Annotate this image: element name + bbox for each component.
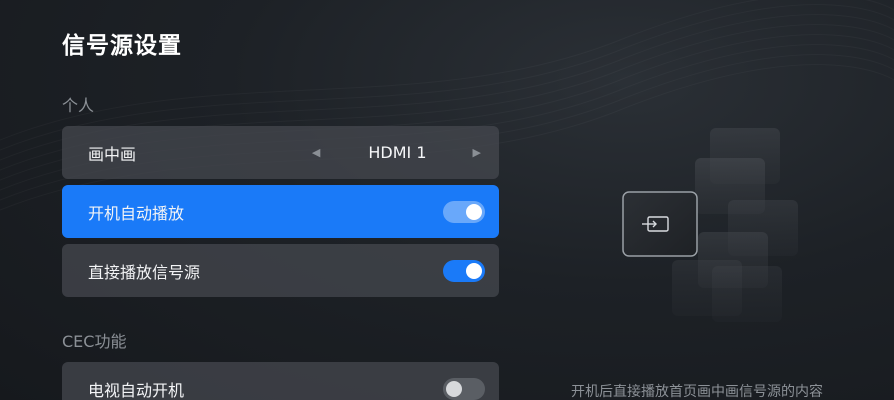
signal-source-illustration bbox=[622, 128, 798, 322]
direct-play-source-toggle[interactable] bbox=[443, 259, 485, 282]
auto-play-on-boot-row[interactable]: 开机自动播放 bbox=[62, 185, 499, 238]
tv-auto-power-on-row[interactable]: 电视自动开机 bbox=[62, 362, 499, 400]
direct-play-source-label: 直接播放信号源 bbox=[88, 262, 201, 282]
preview-caption: 开机后直接播放首页画中画信号源的内容 bbox=[571, 384, 823, 400]
triangle-left-icon[interactable]: ◀ bbox=[312, 146, 320, 159]
direct-play-source-row[interactable]: 直接播放信号源 bbox=[62, 244, 499, 297]
triangle-right-icon[interactable]: ▶ bbox=[473, 146, 481, 159]
tv-auto-power-on-label: 电视自动开机 bbox=[88, 380, 185, 400]
section-title-personal: 个人 bbox=[62, 96, 95, 115]
toggle-knob bbox=[466, 262, 482, 279]
toggle-knob bbox=[466, 203, 482, 220]
pip-selected-value: HDMI 1 bbox=[368, 143, 427, 162]
page-title: 信号源设置 bbox=[62, 33, 182, 59]
toggle-knob bbox=[446, 380, 462, 397]
pip-label: 画中画 bbox=[88, 144, 137, 164]
auto-play-on-boot-toggle[interactable] bbox=[443, 200, 485, 223]
section-title-cec: CEC功能 bbox=[62, 332, 127, 351]
pip-source-selector[interactable]: 画中画 ◀ HDMI 1 ▶ bbox=[62, 126, 499, 179]
auto-play-on-boot-label: 开机自动播放 bbox=[88, 203, 185, 223]
tv-auto-power-on-toggle[interactable] bbox=[443, 377, 485, 400]
